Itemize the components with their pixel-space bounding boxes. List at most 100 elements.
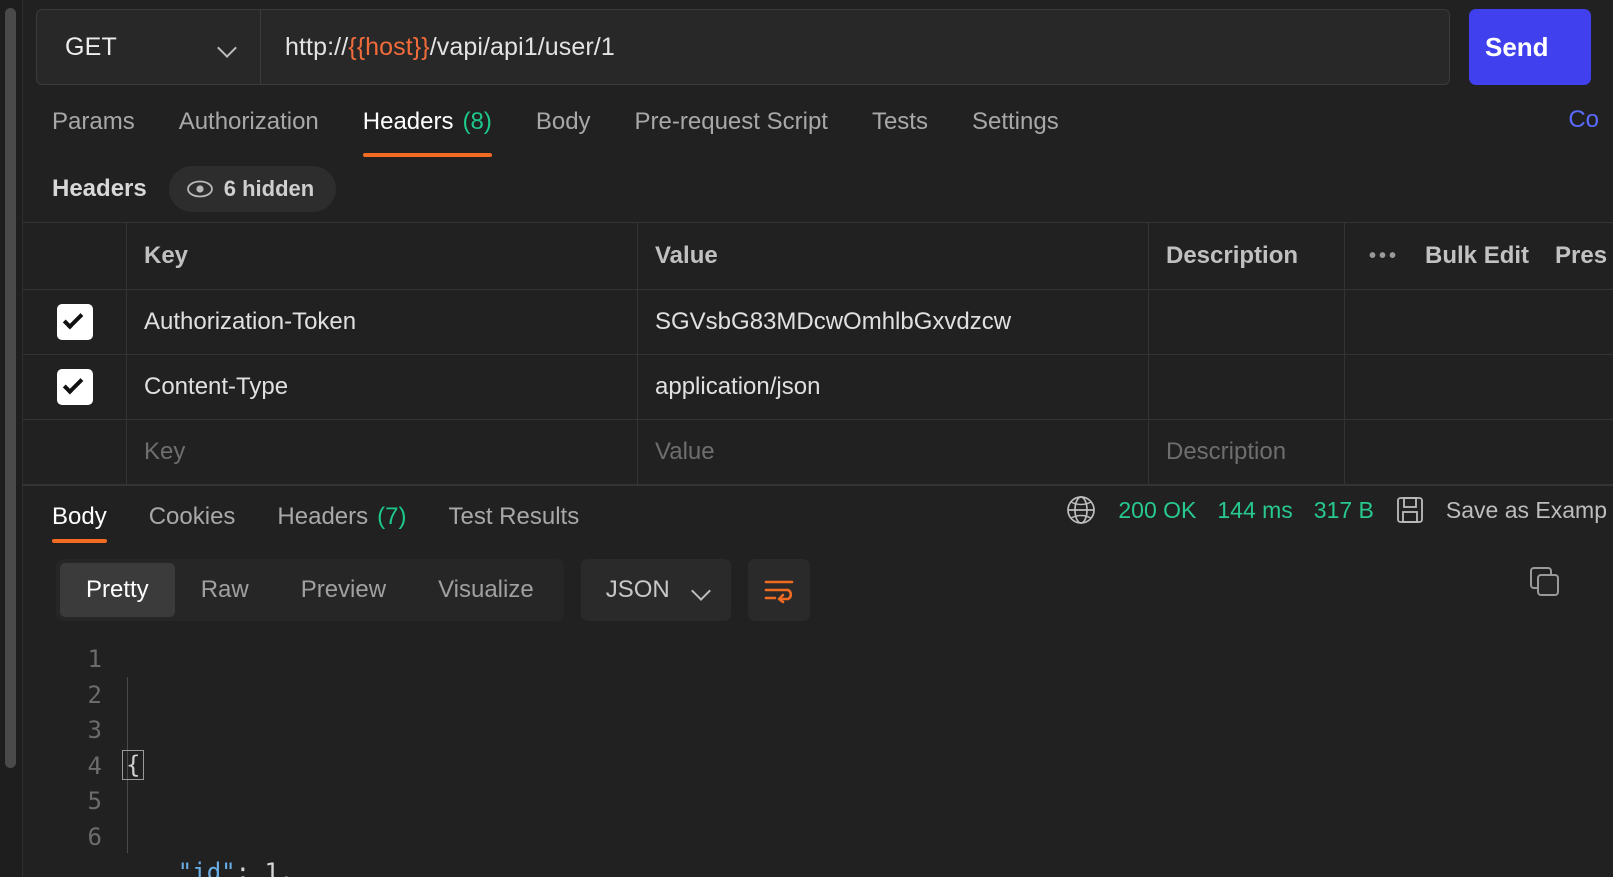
chevron-down-icon <box>692 584 712 596</box>
tab-headers-label: Headers <box>362 108 454 135</box>
globe-icon[interactable] <box>1065 494 1097 526</box>
tab-body[interactable]: Body <box>536 94 591 150</box>
code-line-2: "id": 1, <box>120 855 1613 877</box>
tab-authorization-label: Authorization <box>178 108 319 135</box>
header-cell-value: Value <box>638 223 1149 289</box>
view-mode-visualize[interactable]: Visualize <box>412 563 560 617</box>
view-mode-pretty[interactable]: Pretty <box>60 563 175 617</box>
row-checkbox-cell <box>23 355 127 419</box>
view-mode-raw[interactable]: Raw <box>175 563 275 617</box>
response-size[interactable]: 317 B <box>1314 497 1374 524</box>
status-badge[interactable]: 200 OK <box>1118 497 1196 524</box>
row-tools <box>1345 420 1613 484</box>
cookies-link[interactable]: Co <box>1568 106 1599 134</box>
response-tab-cookies[interactable]: Cookies <box>149 489 236 545</box>
url-bar: GET http://{{host}}/vapi/api1/user/1 Sen… <box>23 0 1613 94</box>
tab-authorization[interactable]: Authorization <box>179 94 319 150</box>
check-icon <box>62 373 84 395</box>
row-tools <box>1345 355 1613 419</box>
row-tools <box>1345 290 1613 354</box>
method-selector[interactable]: GET <box>36 9 260 85</box>
tab-params[interactable]: Params <box>52 94 135 150</box>
response-tab-headers[interactable]: Headers (7) <box>277 489 406 545</box>
row-key[interactable]: Authorization-Token <box>127 290 638 354</box>
response-tab-body-label: Body <box>52 503 107 530</box>
tab-headers[interactable]: Headers (8) <box>362 94 492 157</box>
row-value[interactable]: application/json <box>638 355 1149 419</box>
response-tabs: Body Cookies Headers (7) Test Results 200… <box>23 486 1613 548</box>
new-description-input[interactable]: Description <box>1149 420 1345 484</box>
format-selector[interactable]: JSON <box>580 559 731 621</box>
response-meta: 200 OK 144 ms 317 B Save as Examp <box>1065 494 1613 526</box>
table-row-empty[interactable]: Key Value Description <box>23 420 1613 485</box>
format-label: JSON <box>605 576 670 603</box>
tab-tests[interactable]: Tests <box>872 94 928 150</box>
url-text: http://{{host}}/vapi/api1/user/1 <box>285 33 615 62</box>
save-as-example-button[interactable]: Save as Examp <box>1446 497 1607 524</box>
presets-button[interactable]: Pres <box>1555 242 1607 270</box>
table-tools: ••• Bulk Edit Pres <box>1345 223 1613 289</box>
url-input[interactable]: http://{{host}}/vapi/api1/user/1 <box>260 9 1450 85</box>
header-cell-checkbox <box>23 223 127 289</box>
tab-settings[interactable]: Settings <box>972 94 1059 150</box>
json-key: "id" <box>177 858 236 877</box>
send-button[interactable]: Send <box>1469 9 1591 85</box>
request-response-pane: GET http://{{host}}/vapi/api1/user/1 Sen… <box>23 0 1613 877</box>
table-row[interactable]: Authorization-Token SGVsbG83MDcwOmhlbGxv… <box>23 290 1613 355</box>
scrollbar-thumb[interactable] <box>5 8 16 768</box>
json-code[interactable]: { "id": 1, "username": "michaels", "name… <box>119 642 1613 877</box>
code-line-1: { <box>120 749 1613 785</box>
row-description[interactable] <box>1149 290 1345 354</box>
row-value[interactable]: SGVsbG83MDcwOmhlbGxvdzcw <box>638 290 1149 354</box>
tab-settings-label: Settings <box>971 108 1059 135</box>
json-value: 1 <box>264 858 279 877</box>
save-icon[interactable] <box>1395 495 1425 525</box>
line-number: 1 <box>87 645 102 673</box>
response-tab-headers-count: (7) <box>377 503 407 530</box>
response-tab-cookies-label: Cookies <box>148 503 236 530</box>
response-tab-test-results[interactable]: Test Results <box>448 489 579 545</box>
response-time[interactable]: 144 ms <box>1217 497 1292 524</box>
header-cell-description: Description <box>1149 223 1345 289</box>
view-mode-preview[interactable]: Preview <box>275 563 412 617</box>
url-suffix: /vapi/api1/user/1 <box>429 32 615 61</box>
table-header-row: Key Value Description ••• Bulk Edit Pres <box>23 223 1613 290</box>
copy-button[interactable] <box>1521 559 1567 605</box>
headers-table: Key Value Description ••• Bulk Edit Pres… <box>23 222 1613 485</box>
chevron-down-icon <box>218 41 238 53</box>
copy-icon <box>1530 567 1559 596</box>
tab-tests-label: Tests <box>871 108 928 135</box>
row-checkbox[interactable] <box>56 304 93 340</box>
response-tab-test-results-label: Test Results <box>448 503 580 530</box>
word-wrap-icon <box>764 580 794 604</box>
line-number: 5 <box>87 787 102 815</box>
tab-pre-request-script-label: Pre-request Script <box>634 108 828 135</box>
tab-pre-request-script[interactable]: Pre-request Script <box>635 94 828 150</box>
bulk-edit-button[interactable]: Bulk Edit <box>1425 242 1529 270</box>
hidden-headers-label: 6 hidden <box>223 176 315 201</box>
line-number: 4 <box>87 751 102 780</box>
new-value-input[interactable]: Value <box>638 420 1149 484</box>
response-body-viewer[interactable]: 1 2 3 4 5 6 { "id": 1, "username": "michaels"… <box>23 632 1613 877</box>
request-tabs: Params Authorization Headers (8) Body Pre… <box>23 94 1613 157</box>
eye-icon <box>186 180 213 198</box>
postman-window: GET http://{{host}}/vapi/api1/user/1 Sen… <box>0 0 1613 877</box>
row-checkbox[interactable] <box>56 369 93 405</box>
tab-headers-count: (8) <box>462 108 492 135</box>
response-tab-body[interactable]: Body <box>52 489 107 545</box>
url-variable: {{host}} <box>348 32 430 61</box>
more-options-icon[interactable]: ••• <box>1369 245 1399 268</box>
tab-body-label: Body <box>535 108 591 135</box>
json-sep: : <box>235 858 265 877</box>
row-key[interactable]: Content-Type <box>127 355 638 419</box>
response-tab-headers-label: Headers <box>277 503 369 530</box>
new-key-input[interactable]: Key <box>127 420 638 484</box>
line-number: 2 <box>87 680 102 709</box>
table-row[interactable]: Content-Type application/json <box>23 355 1613 420</box>
word-wrap-button[interactable] <box>747 559 810 621</box>
response-pane: Body Cookies Headers (7) Test Results 200… <box>23 485 1613 877</box>
url-prefix: http:// <box>285 32 349 61</box>
hidden-headers-toggle[interactable]: 6 hidden <box>168 166 337 212</box>
left-scrollbar[interactable] <box>0 0 22 877</box>
row-description[interactable] <box>1149 355 1345 419</box>
